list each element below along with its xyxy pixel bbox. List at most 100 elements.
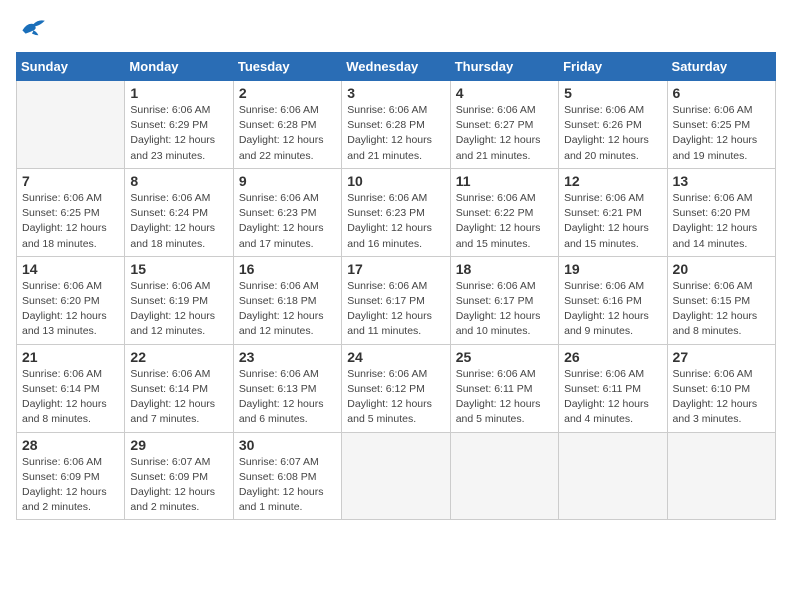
day-number: 22 <box>130 349 227 365</box>
day-detail: Sunrise: 6:06 AMSunset: 6:23 PMDaylight:… <box>347 191 444 252</box>
day-detail: Sunrise: 6:06 AMSunset: 6:16 PMDaylight:… <box>564 279 661 340</box>
header-sunday: Sunday <box>17 53 125 81</box>
day-cell: 30 Sunrise: 6:07 AMSunset: 6:08 PMDayligh… <box>233 432 341 520</box>
day-cell <box>667 432 775 520</box>
day-detail: Sunrise: 6:07 AMSunset: 6:09 PMDaylight:… <box>130 455 227 516</box>
day-detail: Sunrise: 6:06 AMSunset: 6:17 PMDaylight:… <box>347 279 444 340</box>
day-detail: Sunrise: 6:06 AMSunset: 6:28 PMDaylight:… <box>347 103 444 164</box>
header <box>16 16 776 44</box>
day-number: 27 <box>673 349 770 365</box>
day-cell: 8Sunrise: 6:06 AMSunset: 6:24 PMDaylight… <box>125 168 233 256</box>
day-number: 10 <box>347 173 444 189</box>
day-number: 7 <box>22 173 119 189</box>
day-cell: 4 Sunrise: 6:06 AMSunset: 6:27 PMDaylight… <box>450 81 558 169</box>
day-number: 24 <box>347 349 444 365</box>
day-cell: 16Sunrise: 6:06 AMSunset: 6:18 PMDayligh… <box>233 256 341 344</box>
day-cell: 29 Sunrise: 6:07 AMSunset: 6:09 PMDayligh… <box>125 432 233 520</box>
calendar: SundayMondayTuesdayWednesdayThursdayFrid… <box>16 52 776 520</box>
day-number: 18 <box>456 261 553 277</box>
day-cell: 2Sunrise: 6:06 AMSunset: 6:28 PMDaylight… <box>233 81 341 169</box>
day-number: 20 <box>673 261 770 277</box>
header-friday: Friday <box>559 53 667 81</box>
day-number: 4 <box>456 85 553 101</box>
logo <box>16 16 52 44</box>
day-cell: 18Sunrise: 6:06 AMSunset: 6:17 PMDayligh… <box>450 256 558 344</box>
day-cell: 26 Sunrise: 6:06 AMSunset: 6:11 PMDayligh… <box>559 344 667 432</box>
day-number: 28 <box>22 437 119 453</box>
header-tuesday: Tuesday <box>233 53 341 81</box>
day-number: 19 <box>564 261 661 277</box>
day-cell <box>342 432 450 520</box>
day-detail: Sunrise: 6:06 AMSunset: 6:13 PMDaylight:… <box>239 367 336 428</box>
calendar-header-row: SundayMondayTuesdayWednesdayThursdayFrid… <box>17 53 776 81</box>
day-cell: 27 Sunrise: 6:06 AMSunset: 6:10 PMDayligh… <box>667 344 775 432</box>
day-cell: 23 Sunrise: 6:06 AMSunset: 6:13 PMDayligh… <box>233 344 341 432</box>
day-cell <box>450 432 558 520</box>
day-detail: Sunrise: 6:06 AMSunset: 6:25 PMDaylight:… <box>673 103 770 164</box>
day-detail: Sunrise: 6:06 AMSunset: 6:20 PMDaylight:… <box>22 279 119 340</box>
day-number: 15 <box>130 261 227 277</box>
day-cell: 6 Sunrise: 6:06 AMSunset: 6:25 PMDaylight… <box>667 81 775 169</box>
day-cell: 10 Sunrise: 6:06 AMSunset: 6:23 PMDayligh… <box>342 168 450 256</box>
day-cell: 24 Sunrise: 6:06 AMSunset: 6:12 PMDayligh… <box>342 344 450 432</box>
day-cell: 19 Sunrise: 6:06 AMSunset: 6:16 PMDayligh… <box>559 256 667 344</box>
header-thursday: Thursday <box>450 53 558 81</box>
day-cell <box>559 432 667 520</box>
day-detail: Sunrise: 6:06 AMSunset: 6:22 PMDaylight:… <box>456 191 553 252</box>
header-monday: Monday <box>125 53 233 81</box>
day-cell: 21Sunrise: 6:06 AMSunset: 6:14 PMDayligh… <box>17 344 125 432</box>
day-number: 5 <box>564 85 661 101</box>
day-cell: 17 Sunrise: 6:06 AMSunset: 6:17 PMDayligh… <box>342 256 450 344</box>
day-cell: 15 Sunrise: 6:06 AMSunset: 6:19 PMDayligh… <box>125 256 233 344</box>
day-detail: Sunrise: 6:06 AMSunset: 6:20 PMDaylight:… <box>673 191 770 252</box>
week-row-5: 28 Sunrise: 6:06 AMSunset: 6:09 PMDayligh… <box>17 432 776 520</box>
header-wednesday: Wednesday <box>342 53 450 81</box>
day-detail: Sunrise: 6:06 AMSunset: 6:11 PMDaylight:… <box>564 367 661 428</box>
day-detail: Sunrise: 6:06 AMSunset: 6:24 PMDaylight:… <box>130 191 227 252</box>
week-row-4: 21Sunrise: 6:06 AMSunset: 6:14 PMDayligh… <box>17 344 776 432</box>
day-detail: Sunrise: 6:06 AMSunset: 6:25 PMDaylight:… <box>22 191 119 252</box>
day-detail: Sunrise: 6:06 AMSunset: 6:28 PMDaylight:… <box>239 103 336 164</box>
day-cell: 25Sunrise: 6:06 AMSunset: 6:11 PMDayligh… <box>450 344 558 432</box>
day-detail: Sunrise: 6:06 AMSunset: 6:12 PMDaylight:… <box>347 367 444 428</box>
week-row-2: 7 Sunrise: 6:06 AMSunset: 6:25 PMDaylight… <box>17 168 776 256</box>
day-cell: 20Sunrise: 6:06 AMSunset: 6:15 PMDayligh… <box>667 256 775 344</box>
day-number: 12 <box>564 173 661 189</box>
day-cell: 13 Sunrise: 6:06 AMSunset: 6:20 PMDayligh… <box>667 168 775 256</box>
day-number: 3 <box>347 85 444 101</box>
day-number: 17 <box>347 261 444 277</box>
day-cell: 11 Sunrise: 6:06 AMSunset: 6:22 PMDayligh… <box>450 168 558 256</box>
day-number: 29 <box>130 437 227 453</box>
day-number: 23 <box>239 349 336 365</box>
day-number: 25 <box>456 349 553 365</box>
day-detail: Sunrise: 6:06 AMSunset: 6:10 PMDaylight:… <box>673 367 770 428</box>
logo-icon <box>16 16 48 44</box>
day-detail: Sunrise: 6:06 AMSunset: 6:21 PMDaylight:… <box>564 191 661 252</box>
day-number: 11 <box>456 173 553 189</box>
day-cell: 3 Sunrise: 6:06 AMSunset: 6:28 PMDaylight… <box>342 81 450 169</box>
day-cell: 7 Sunrise: 6:06 AMSunset: 6:25 PMDaylight… <box>17 168 125 256</box>
day-detail: Sunrise: 6:06 AMSunset: 6:09 PMDaylight:… <box>22 455 119 516</box>
day-cell: 1Sunrise: 6:06 AMSunset: 6:29 PMDaylight… <box>125 81 233 169</box>
day-number: 14 <box>22 261 119 277</box>
day-cell: 14 Sunrise: 6:06 AMSunset: 6:20 PMDayligh… <box>17 256 125 344</box>
day-number: 26 <box>564 349 661 365</box>
day-cell: 9Sunrise: 6:06 AMSunset: 6:23 PMDaylight… <box>233 168 341 256</box>
day-number: 13 <box>673 173 770 189</box>
day-cell: 28 Sunrise: 6:06 AMSunset: 6:09 PMDayligh… <box>17 432 125 520</box>
week-row-3: 14 Sunrise: 6:06 AMSunset: 6:20 PMDayligh… <box>17 256 776 344</box>
day-number: 16 <box>239 261 336 277</box>
day-number: 1 <box>130 85 227 101</box>
day-detail: Sunrise: 6:07 AMSunset: 6:08 PMDaylight:… <box>239 455 336 516</box>
day-detail: Sunrise: 6:06 AMSunset: 6:27 PMDaylight:… <box>456 103 553 164</box>
week-row-1: 1Sunrise: 6:06 AMSunset: 6:29 PMDaylight… <box>17 81 776 169</box>
day-cell <box>17 81 125 169</box>
day-detail: Sunrise: 6:06 AMSunset: 6:26 PMDaylight:… <box>564 103 661 164</box>
day-number: 30 <box>239 437 336 453</box>
day-number: 6 <box>673 85 770 101</box>
day-number: 21 <box>22 349 119 365</box>
day-detail: Sunrise: 6:06 AMSunset: 6:23 PMDaylight:… <box>239 191 336 252</box>
day-cell: 12 Sunrise: 6:06 AMSunset: 6:21 PMDayligh… <box>559 168 667 256</box>
day-detail: Sunrise: 6:06 AMSunset: 6:19 PMDaylight:… <box>130 279 227 340</box>
day-cell: 22Sunrise: 6:06 AMSunset: 6:14 PMDayligh… <box>125 344 233 432</box>
